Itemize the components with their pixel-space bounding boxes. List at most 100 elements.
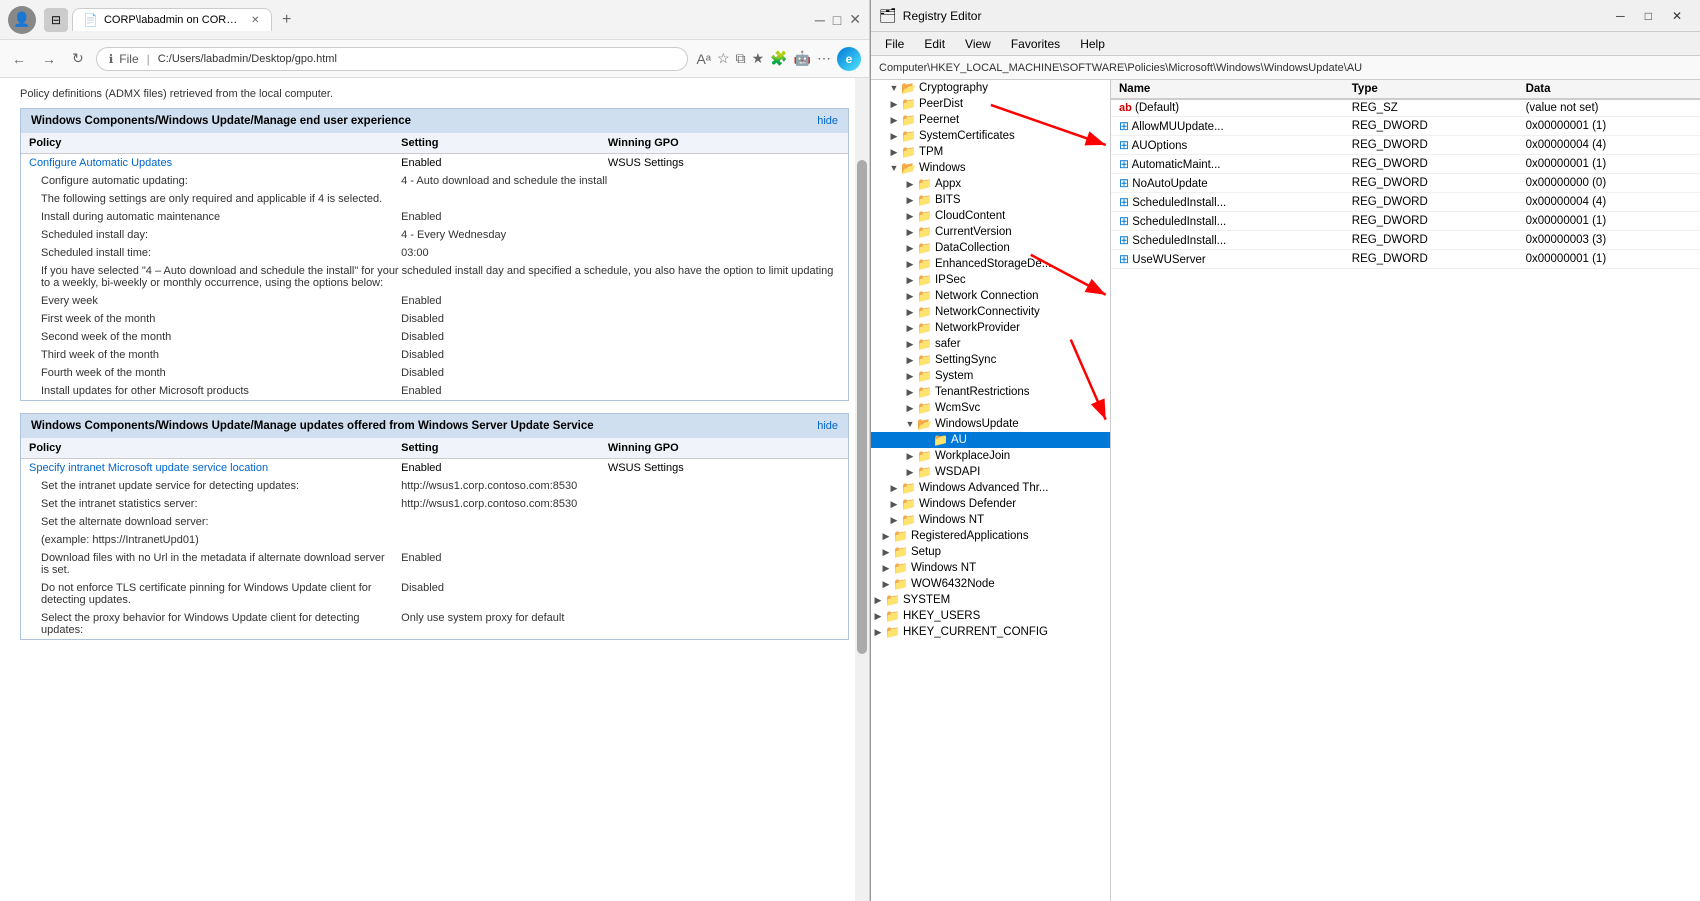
registry-address-text: Computer\HKEY_LOCAL_MACHINE\SOFTWARE\Pol…	[879, 62, 1362, 74]
tree-item[interactable]: ▼📂Cryptography	[871, 80, 1110, 96]
tree-arrow-icon: ▶	[879, 531, 893, 542]
back-button[interactable]: ←	[8, 49, 30, 69]
tree-item-label: EnhancedStorageDe...	[935, 258, 1051, 270]
tree-item[interactable]: ▶📁WcmSvc	[871, 400, 1110, 416]
tree-item[interactable]: ▶📁safer	[871, 336, 1110, 352]
browser-titlebar: 👤 ⊟ 📄 CORP\labadmin on CORP\CLIENT ✕ + ─…	[0, 0, 869, 40]
tree-item-label: WindowsUpdate	[935, 418, 1019, 430]
split-button[interactable]: ⧉	[736, 50, 746, 67]
content-scroll-area[interactable]: Policy definitions (ADMX files) retrieve…	[0, 78, 869, 901]
tree-item[interactable]: ▶📁WOW6432Node	[871, 576, 1110, 592]
tree-item[interactable]: 📁AU	[871, 432, 1110, 448]
refresh-button[interactable]: ↻	[68, 48, 88, 69]
section-1-hide-link[interactable]: hide	[817, 115, 838, 127]
tree-item[interactable]: ▶📁HKEY_CURRENT_CONFIG	[871, 624, 1110, 640]
val-type: REG_DWORD	[1344, 231, 1518, 250]
values-row[interactable]: ⊞ NoAutoUpdate REG_DWORD 0x00000000 (0)	[1111, 174, 1700, 193]
tree-item[interactable]: ▶📁Windows Advanced Thr...	[871, 480, 1110, 496]
values-row[interactable]: ⊞ ScheduledInstall... REG_DWORD 0x000000…	[1111, 231, 1700, 250]
tree-item[interactable]: ▶📁NetworkProvider	[871, 320, 1110, 336]
tree-item[interactable]: ▶📁WorkplaceJoin	[871, 448, 1110, 464]
more-button[interactable]: ⋯	[817, 50, 831, 67]
extensions-button[interactable]: 🧩	[770, 50, 787, 67]
forward-button[interactable]: →	[38, 49, 60, 69]
tree-item[interactable]: ▶📁PeerDist	[871, 96, 1110, 112]
tree-item[interactable]: ▶📁Windows NT	[871, 512, 1110, 528]
values-row[interactable]: ⊞ UseWUServer REG_DWORD 0x00000001 (1)	[1111, 250, 1700, 269]
registry-maximize-button[interactable]: □	[1635, 5, 1662, 27]
tree-item[interactable]: ▶📁SystemCertificates	[871, 128, 1110, 144]
values-row[interactable]: ⊞ ScheduledInstall... REG_DWORD 0x000000…	[1111, 212, 1700, 231]
menu-file[interactable]: File	[875, 35, 914, 53]
tree-item[interactable]: ▶📁System	[871, 368, 1110, 384]
values-row[interactable]: ab (Default) REG_SZ (value not set)	[1111, 99, 1700, 117]
table-row: Scheduled install time: 03:00	[21, 244, 848, 262]
browser-copilot-button[interactable]: 🤖	[794, 50, 811, 67]
browser-maximize-button[interactable]: □	[833, 11, 841, 28]
tree-item[interactable]: ▶📁WSDAPI	[871, 464, 1110, 480]
new-tab-button[interactable]: +	[276, 9, 297, 31]
tree-item[interactable]: ▶📁DataCollection	[871, 240, 1110, 256]
registry-close-button[interactable]: ✕	[1662, 5, 1692, 27]
tree-item-label: Windows NT	[919, 514, 984, 526]
folder-icon: 📁	[893, 529, 908, 543]
scroll-thumb[interactable]	[857, 160, 867, 654]
tree-item[interactable]: ▼📂Windows	[871, 160, 1110, 176]
policy-link[interactable]: Specify intranet Microsoft update servic…	[29, 462, 268, 474]
tree-item[interactable]: ▶📁RegisteredApplications	[871, 528, 1110, 544]
table-row: Third week of the month Disabled	[21, 346, 848, 364]
section-2-hide-link[interactable]: hide	[817, 420, 838, 432]
tree-item[interactable]: ▶📁Windows NT	[871, 560, 1110, 576]
tree-item[interactable]: ▶📁Network Connection	[871, 288, 1110, 304]
tree-item[interactable]: ▶📁BITS	[871, 192, 1110, 208]
collections-button[interactable]: ★	[752, 50, 765, 67]
tree-item[interactable]: ▶📁HKEY_USERS	[871, 608, 1110, 624]
values-row[interactable]: ⊞ AllowMUUpdate... REG_DWORD 0x00000001 …	[1111, 117, 1700, 136]
menu-favorites[interactable]: Favorites	[1001, 35, 1070, 53]
menu-edit[interactable]: Edit	[914, 35, 955, 53]
info-icon: ℹ	[109, 52, 114, 66]
tree-item[interactable]: ▶📁NetworkConnectivity	[871, 304, 1110, 320]
tree-item[interactable]: ▶📁TenantRestrictions	[871, 384, 1110, 400]
tree-item[interactable]: ▶📁EnhancedStorageDe...	[871, 256, 1110, 272]
col-data: Data	[1518, 80, 1700, 99]
values-row[interactable]: ⊞ AutomaticMaint... REG_DWORD 0x00000001…	[1111, 155, 1700, 174]
tree-item[interactable]: ▶📁Appx	[871, 176, 1110, 192]
tree-item[interactable]: ▶📁IPSec	[871, 272, 1110, 288]
val-name: ⊞ ScheduledInstall...	[1111, 193, 1344, 212]
values-row[interactable]: ⊞ AUOptions REG_DWORD 0x00000004 (4)	[1111, 136, 1700, 155]
tree-item-label: WcmSvc	[935, 402, 980, 414]
browser-minimize-button[interactable]: ─	[815, 11, 825, 28]
favorites-button[interactable]: ☆	[717, 50, 730, 67]
policy-link[interactable]: Configure Automatic Updates	[29, 157, 172, 169]
tree-item[interactable]: ▶📁Setup	[871, 544, 1110, 560]
folder-icon: 📂	[901, 81, 916, 95]
folder-icon: 📁	[917, 353, 932, 367]
tree-item[interactable]: ▶📁TPM	[871, 144, 1110, 160]
table-row: Every week Enabled	[21, 292, 848, 310]
tree-item-label: NetworkProvider	[935, 322, 1020, 334]
val-data: 0x00000001 (1)	[1518, 250, 1700, 269]
tree-item[interactable]: ▶📁Peernet	[871, 112, 1110, 128]
address-input-container[interactable]: ℹ File | C:/Users/labadmin/Desktop/gpo.h…	[96, 47, 689, 71]
menu-help[interactable]: Help	[1070, 35, 1115, 53]
tree-item[interactable]: ▶📁SYSTEM	[871, 592, 1110, 608]
tree-item-label: Peernet	[919, 114, 959, 126]
registry-minimize-button[interactable]: ─	[1606, 5, 1635, 27]
tree-item[interactable]: ▶📁CloudContent	[871, 208, 1110, 224]
col2-gpo: Winning GPO	[600, 438, 848, 459]
scroll-track[interactable]	[855, 78, 869, 901]
tab-close-button[interactable]: ✕	[250, 13, 261, 27]
tree-item[interactable]: ▶📁Windows Defender	[871, 496, 1110, 512]
menu-view[interactable]: View	[955, 35, 1001, 53]
read-mode-button[interactable]: Aᵃ	[696, 51, 711, 67]
folder-icon: 📁	[885, 609, 900, 623]
values-row[interactable]: ⊞ ScheduledInstall... REG_DWORD 0x000000…	[1111, 193, 1700, 212]
tree-item[interactable]: ▶📁SettingSync	[871, 352, 1110, 368]
tree-item[interactable]: ▼📂WindowsUpdate	[871, 416, 1110, 432]
browser-close-button[interactable]: ✕	[849, 11, 861, 28]
tree-item[interactable]: ▶📁CurrentVersion	[871, 224, 1110, 240]
folder-icon: 📁	[917, 177, 932, 191]
sidebar-toggle[interactable]: ⊟	[44, 8, 68, 32]
browser-tab-active[interactable]: 📄 CORP\labadmin on CORP\CLIENT ✕	[72, 8, 272, 31]
